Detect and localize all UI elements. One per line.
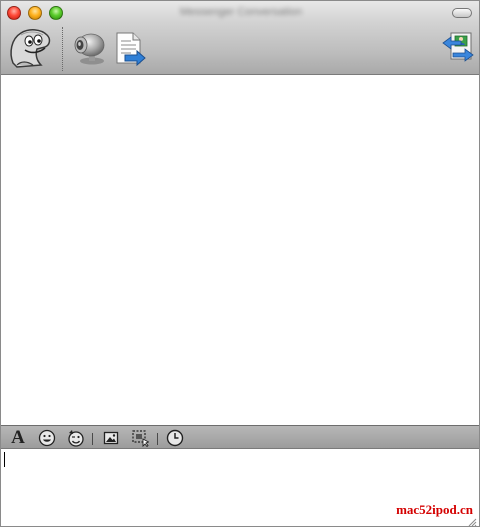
mascot-icon[interactable] [7, 25, 53, 71]
window-title: Messenger Conversation [179, 6, 303, 18]
watermark-text: mac52ipod.cn [396, 502, 473, 517]
send-file-icon[interactable] [113, 31, 147, 67]
toolbar-toggle-button[interactable] [452, 8, 472, 18]
screenshot-icon[interactable] [131, 429, 149, 447]
wink-icon[interactable] [67, 429, 85, 447]
switch-view-icon[interactable] [441, 31, 475, 65]
chat-window: Messenger Conversation A mac52ipod.cn [0, 0, 480, 527]
zoom-button[interactable] [49, 6, 63, 20]
toolbar-separator [62, 27, 63, 71]
font-icon[interactable]: A [8, 428, 28, 447]
format-toolbar: A [1, 425, 479, 449]
webcam-icon[interactable] [71, 31, 107, 67]
format-separator [92, 433, 93, 445]
text-caret [4, 452, 5, 467]
format-separator [157, 433, 158, 445]
conversation-log[interactable] [1, 76, 479, 424]
emoticon-icon[interactable] [38, 429, 56, 447]
minimize-button[interactable] [28, 6, 42, 20]
history-icon[interactable] [166, 429, 184, 447]
title-toolbar: Messenger Conversation [1, 1, 479, 75]
close-button[interactable] [7, 6, 21, 20]
resize-grip-icon[interactable] [467, 514, 477, 526]
image-icon[interactable] [102, 429, 120, 447]
